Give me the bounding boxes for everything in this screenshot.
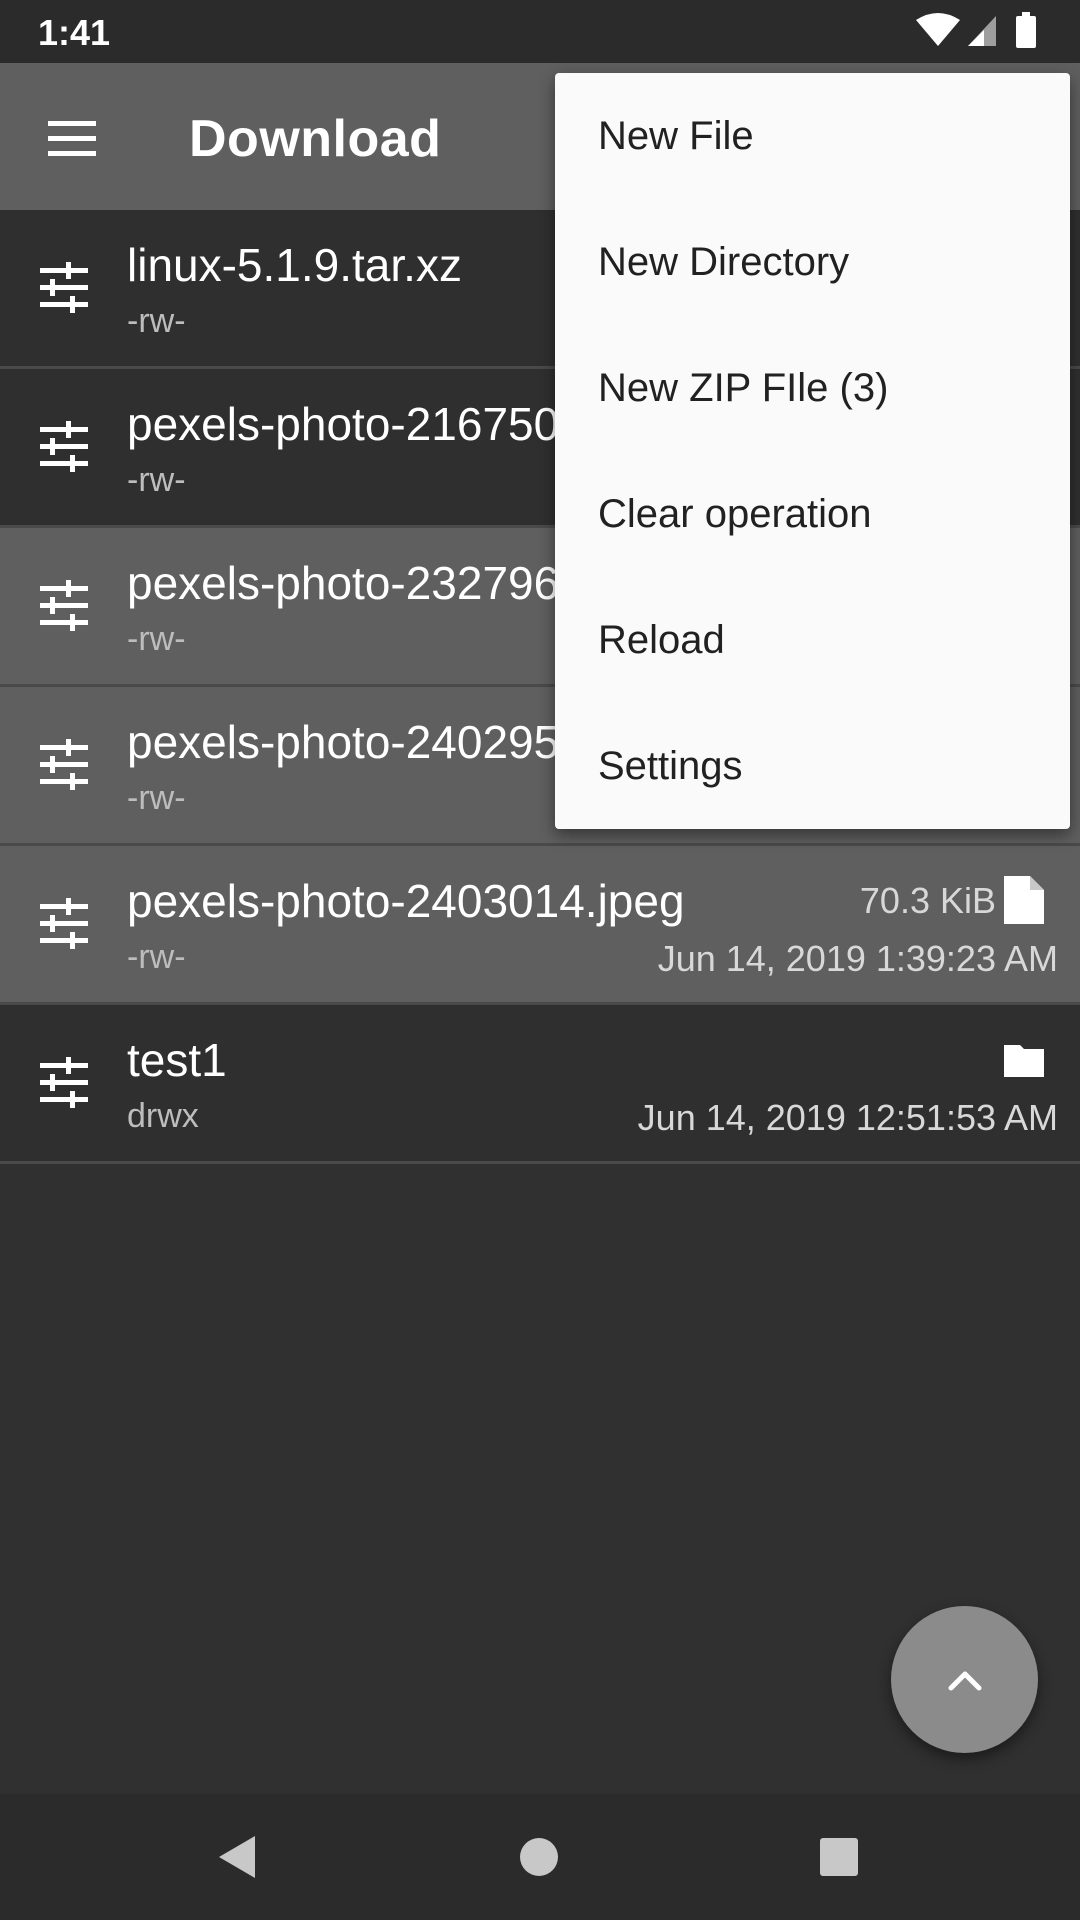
file-size: 70.3 KiB xyxy=(859,880,996,921)
screen: 1:41 Download linux-5.1.9.tar.xz -rw- pe… xyxy=(0,0,1080,1920)
back-icon[interactable] xyxy=(213,1832,263,1882)
file-name: pexels-photo-2403014.jpeg xyxy=(127,875,685,927)
home-icon[interactable] xyxy=(514,1832,564,1882)
file-name: test1 xyxy=(127,1034,227,1086)
page-title: Download xyxy=(189,110,442,168)
file-permissions: -rw- xyxy=(127,620,186,658)
status-icons xyxy=(916,12,1044,52)
file-permissions: drwx xyxy=(127,1097,199,1135)
chevron-up-icon xyxy=(948,1671,982,1691)
file-name: linux-5.1.9.tar.xz xyxy=(127,239,462,291)
file-row[interactable]: test1 drwx Jun 14, 2019 12:51:53 AM xyxy=(0,1005,1080,1164)
tune-icon[interactable] xyxy=(36,896,92,952)
signal-icon xyxy=(968,16,996,46)
file-name: pexels-photo-216750 xyxy=(127,398,560,450)
battery-icon xyxy=(1016,12,1036,48)
hamburger-menu-icon[interactable] xyxy=(36,111,108,165)
tune-icon[interactable] xyxy=(36,737,92,793)
scroll-up-fab[interactable] xyxy=(891,1606,1038,1753)
menu-item-settings[interactable]: Settings xyxy=(555,703,1070,829)
tune-icon[interactable] xyxy=(36,1055,92,1111)
menu-item-new-directory[interactable]: New Directory xyxy=(555,199,1070,325)
file-permissions: -rw- xyxy=(127,461,186,499)
menu-item-reload[interactable]: Reload xyxy=(555,577,1070,703)
status-time: 1:41 xyxy=(38,12,111,53)
wifi-icon xyxy=(916,13,960,46)
status-bar: 1:41 xyxy=(0,0,1080,63)
file-name: pexels-photo-240295 xyxy=(127,716,560,768)
file-name: pexels-photo-232796 xyxy=(127,557,560,609)
file-row[interactable]: pexels-photo-2403014.jpeg -rw- 70.3 KiB Jun… xyxy=(0,846,1080,1005)
overflow-menu: New File New Directory New ZIP FIle (3) … xyxy=(555,73,1070,829)
file-icon xyxy=(1004,876,1044,924)
recents-icon[interactable] xyxy=(814,1832,864,1882)
navigation-bar xyxy=(0,1794,1080,1920)
file-permissions: -rw- xyxy=(127,302,186,340)
file-date: Jun 14, 2019 12:51:53 AM xyxy=(637,1097,1058,1138)
menu-item-new-zip-file[interactable]: New ZIP FIle (3) xyxy=(555,325,1070,451)
tune-icon[interactable] xyxy=(36,578,92,634)
folder-icon xyxy=(1004,1035,1044,1083)
menu-item-new-file[interactable]: New File xyxy=(555,73,1070,199)
tune-icon[interactable] xyxy=(36,260,92,316)
menu-item-clear-operation[interactable]: Clear operation xyxy=(555,451,1070,577)
file-date: Jun 14, 2019 1:39:23 AM xyxy=(657,938,1058,979)
file-permissions: -rw- xyxy=(127,938,186,976)
tune-icon[interactable] xyxy=(36,419,92,475)
file-permissions: -rw- xyxy=(127,779,186,817)
